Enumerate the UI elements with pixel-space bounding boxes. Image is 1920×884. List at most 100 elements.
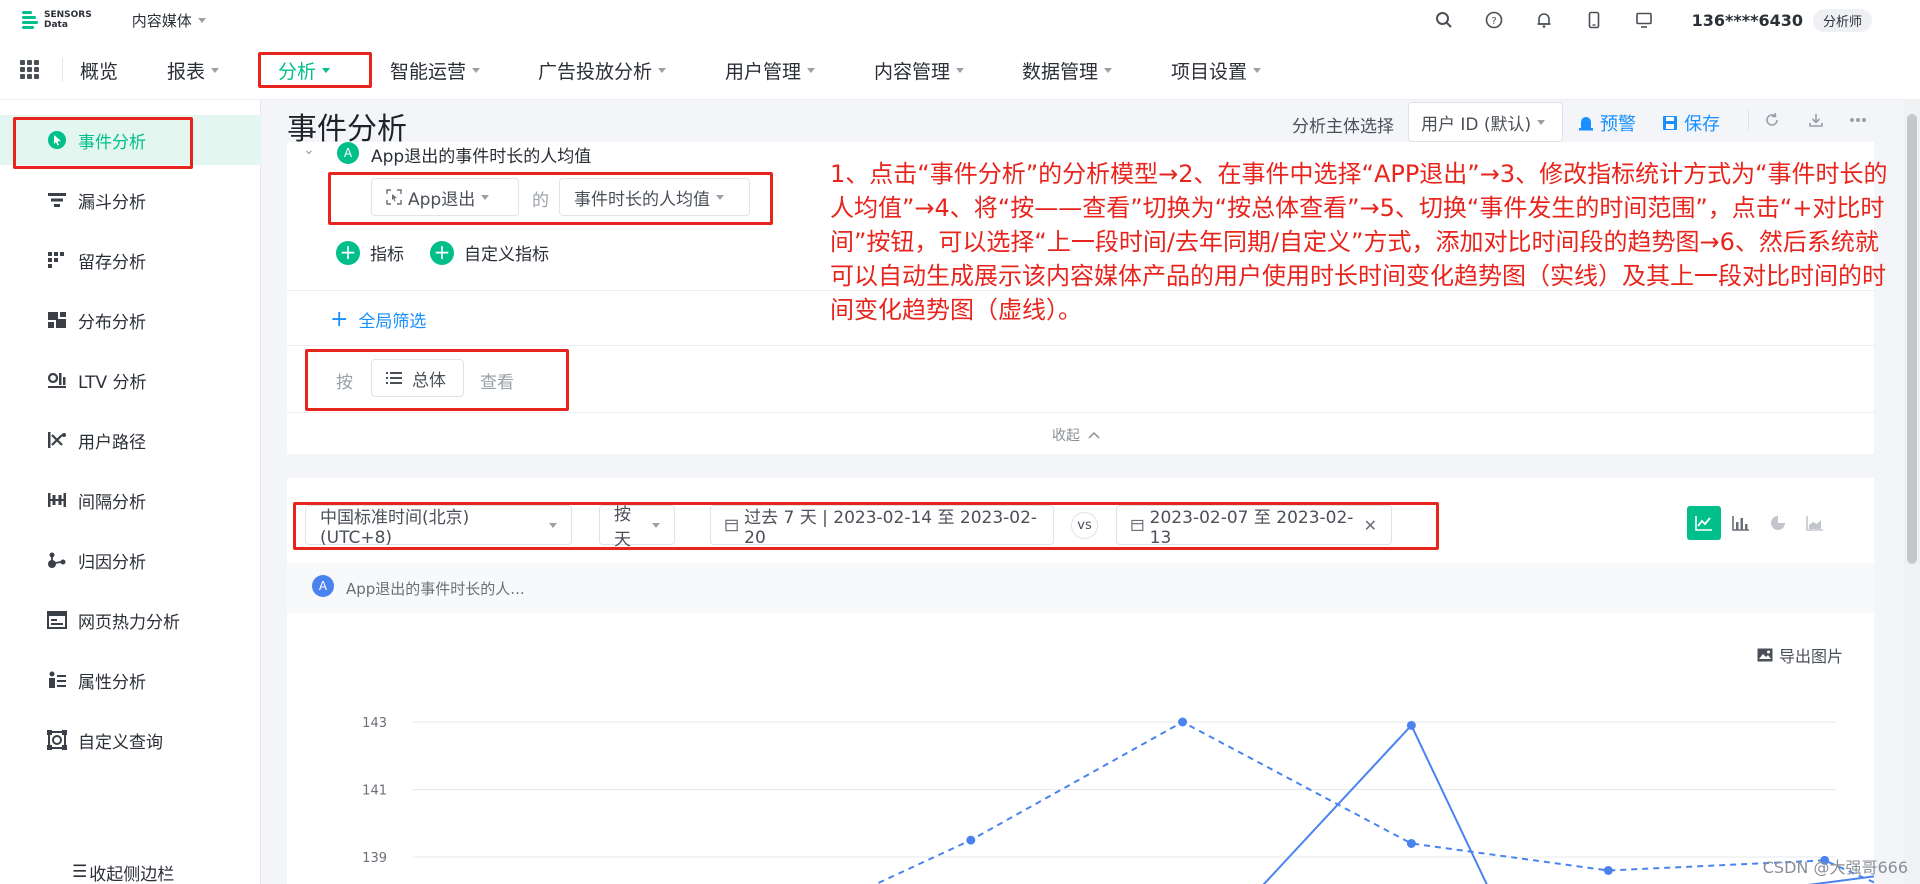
chevron-up-icon <box>1088 431 1100 439</box>
nav-item-user-management[interactable]: 用户管理 <box>725 40 816 100</box>
download-icon[interactable] <box>1806 110 1826 130</box>
sidebar-item-label: 留存分析 <box>78 252 146 273</box>
collapse-query-button[interactable]: 收起 <box>1052 425 1100 445</box>
chevron-down-icon <box>1253 67 1262 73</box>
data-point[interactable] <box>966 835 976 845</box>
metric-collapse-chevron-icon[interactable]: ⌄ <box>303 142 315 158</box>
retention-icon <box>46 249 68 271</box>
interval-icon <box>46 489 68 511</box>
sidebar-item-interval[interactable]: 间隔分析 <box>0 475 261 525</box>
metric-letter-badge: A <box>337 142 359 164</box>
compare-range-picker[interactable]: 2023-02-07 至 2023-02-13 ✕ <box>1116 505 1392 548</box>
sidebar-item-custom-query[interactable]: 自定义查询 <box>0 715 261 765</box>
alert-label: 预警 <box>1600 114 1636 135</box>
sidebar-item-user-path[interactable]: 用户路径 <box>0 415 261 465</box>
collapse-sidebar-button[interactable]: ☰ 收起侧边栏 <box>72 860 174 884</box>
help-icon[interactable]: ? <box>1484 10 1504 30</box>
legend-bar <box>287 563 1874 613</box>
group-by-value: 总体 <box>412 370 446 391</box>
sidebar-item-attribution[interactable]: 归因分析 <box>0 535 261 585</box>
nav-item-ad-analysis[interactable]: 广告投放分析 <box>538 40 667 100</box>
pie-chart-icon[interactable] <box>1761 506 1795 540</box>
date-range-value: 过去 7 天 | 2023-02-14 至 2023-02-20 <box>744 507 1038 548</box>
sidebar-item-retention[interactable]: 留存分析 <box>0 235 261 285</box>
data-point[interactable] <box>1406 720 1416 730</box>
compare-series-line <box>873 720 1874 884</box>
legend-item[interactable]: App退出的事件时长的人... <box>346 578 525 599</box>
calendar-icon <box>725 519 738 532</box>
trend-line-chart: 139 141 143 <box>362 716 1874 884</box>
alert-button[interactable]: 预警 <box>1578 110 1636 136</box>
metric-title[interactable]: App退出的事件时长的人均值 <box>371 142 591 167</box>
data-point[interactable] <box>1406 839 1416 848</box>
nav-item-project-settings[interactable]: 项目设置 <box>1171 40 1262 100</box>
nav-label: 项目设置 <box>1171 60 1248 83</box>
sidebar-item-label: 用户路径 <box>78 432 146 453</box>
sidebar-item-funnel[interactable]: 漏斗分析 <box>0 175 261 225</box>
nav-divider <box>62 57 63 82</box>
subject-select-value: 用户 ID (默认) <box>1421 114 1532 135</box>
collapse-sidebar-icon: ☰ <box>72 862 88 882</box>
funnel-icon <box>46 189 68 211</box>
aggregation-select[interactable]: 事件时长的人均值 <box>559 178 750 216</box>
search-icon[interactable] <box>1434 10 1454 30</box>
timezone-select[interactable]: 中国标准时间(北京) (UTC+8) <box>305 505 572 548</box>
add-metric-button[interactable]: + 指标 <box>336 240 404 265</box>
sidebar-item-attribute[interactable]: 属性分析 <box>0 655 261 705</box>
monitor-icon[interactable] <box>1634 10 1654 30</box>
granularity-select[interactable]: 按天 <box>599 505 675 550</box>
section-divider <box>287 412 1874 413</box>
sidebar-item-ltv[interactable]: LTV 分析 <box>0 355 261 405</box>
project-select[interactable]: 内容媒体 <box>132 10 206 31</box>
sidebar-item-label: 漏斗分析 <box>78 192 146 213</box>
nav-label: 分析 <box>278 60 317 83</box>
nav-item-overview[interactable]: 概览 <box>80 40 118 100</box>
save-button[interactable]: 保存 <box>1662 110 1720 136</box>
logo-text-line1: SENSORS <box>44 10 92 20</box>
nav-item-data-management[interactable]: 数据管理 <box>1022 40 1113 100</box>
nav-label: 数据管理 <box>1022 60 1099 83</box>
role-badge: 分析师 <box>1812 8 1872 32</box>
apps-grid-icon[interactable] <box>20 59 40 80</box>
date-range-picker[interactable]: 过去 7 天 | 2023-02-14 至 2023-02-20 <box>710 505 1054 548</box>
collapse-query-label: 收起 <box>1052 428 1080 444</box>
sensors-data-logo[interactable]: SENSORS Data <box>20 9 92 31</box>
group-by-select[interactable]: 总体 <box>371 359 464 397</box>
y-tick-label: 139 <box>362 851 387 866</box>
legend-letter-badge: A <box>312 575 334 597</box>
chevron-down-icon <box>549 522 557 528</box>
nav-item-reports[interactable]: 报表 <box>167 40 220 100</box>
watermark: CSDN @大强哥666 <box>1762 858 1908 877</box>
close-icon[interactable]: ✕ <box>1364 516 1377 535</box>
sidebar-item-distribution[interactable]: 分布分析 <box>0 295 261 345</box>
nav-item-content-management[interactable]: 内容管理 <box>874 40 965 100</box>
chevron-down-icon <box>211 67 220 73</box>
line-chart-icon[interactable] <box>1687 506 1721 540</box>
event-select[interactable]: App退出 <box>371 178 519 216</box>
chevron-down-icon <box>472 67 481 73</box>
logo-text-line2: Data <box>44 20 68 30</box>
sidebar-item-web-heatmap[interactable]: 网页热力分析 <box>0 595 261 645</box>
nav-label: 广告投放分析 <box>538 60 653 83</box>
area-chart-icon[interactable] <box>1798 506 1832 540</box>
user-account[interactable]: 136****6430 <box>1692 11 1803 30</box>
bell-icon[interactable] <box>1534 10 1554 30</box>
bar-chart-icon[interactable] <box>1724 506 1758 540</box>
refresh-icon[interactable] <box>1762 110 1782 130</box>
top-bar: SENSORS Data 内容媒体 ? 136****6430 分析师 <box>0 0 1920 40</box>
global-filter-button[interactable]: + 全局筛选 <box>330 307 426 332</box>
nav-item-smart-ops[interactable]: 智能运营 <box>390 40 481 100</box>
header-divider <box>1748 110 1749 130</box>
chevron-down-icon <box>322 67 331 73</box>
mobile-icon[interactable] <box>1584 10 1604 30</box>
add-custom-metric-button[interactable]: + 自定义指标 <box>430 240 549 265</box>
data-point[interactable] <box>1178 717 1188 727</box>
more-icon[interactable] <box>1848 110 1868 130</box>
data-point[interactable] <box>1603 866 1613 875</box>
chevron-down-icon <box>1537 119 1546 125</box>
nav-item-analysis[interactable]: 分析 <box>278 40 331 100</box>
sidebar-item-event-analysis[interactable]: 事件分析 <box>0 115 261 165</box>
subject-select[interactable]: 用户 ID (默认) <box>1408 102 1563 142</box>
page-scrollbar-thumb[interactable] <box>1907 114 1917 564</box>
nav-label: 用户管理 <box>725 60 802 83</box>
